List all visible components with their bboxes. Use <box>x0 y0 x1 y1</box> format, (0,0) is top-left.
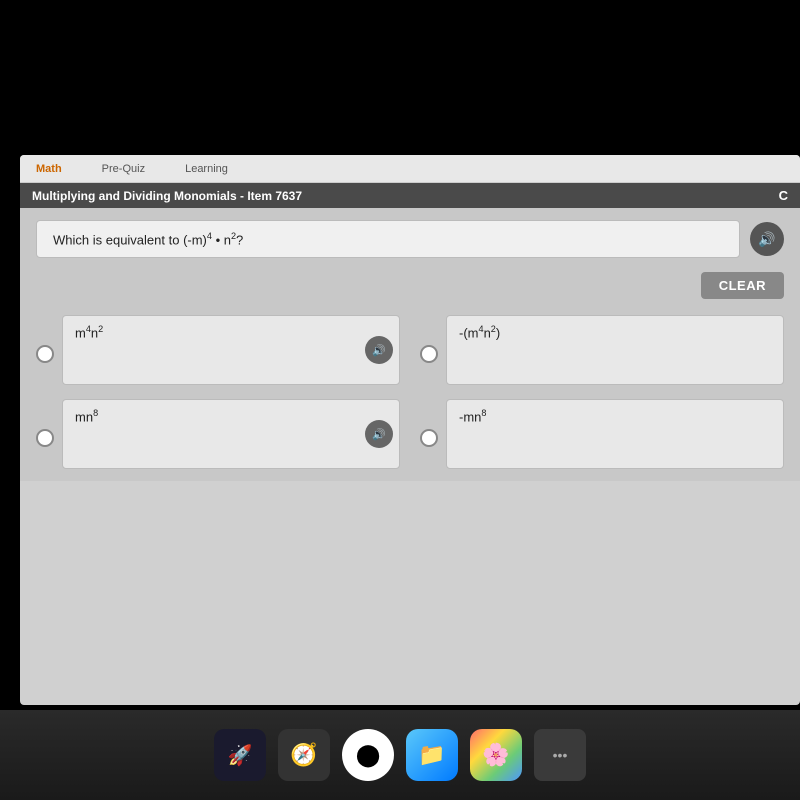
safari-icon: 🧭 <box>290 742 317 768</box>
dock-item-finder[interactable]: 📁 <box>406 729 458 781</box>
answer-item-b: -(m4n2) <box>420 315 784 385</box>
question-speaker-button[interactable]: 🔊 <box>750 222 784 256</box>
answer-label-a: m4n2 <box>75 324 103 340</box>
photos-icon: 🌸 <box>482 742 509 768</box>
answer-speaker-a[interactable]: 🔊 <box>365 336 393 364</box>
radio-c[interactable] <box>36 429 54 447</box>
answer-item-d: -mn8 <box>420 399 784 469</box>
more-icon: ••• <box>553 747 568 763</box>
speaker-icon-c: 🔊 <box>372 428 386 441</box>
answer-speaker-c[interactable]: 🔊 <box>365 420 393 448</box>
taskbar: 🚀 🧭 ⬤ 📁 🌸 ••• <box>0 710 800 800</box>
nav-math[interactable]: Math <box>36 163 62 175</box>
answer-label-d: -mn8 <box>459 408 486 424</box>
nav-bar: Math Pre-Quiz Learning <box>20 155 800 183</box>
content-area: Which is equivalent to (-m)4 • n2? 🔊 CLE… <box>20 208 800 481</box>
answer-label-c: mn8 <box>75 408 98 424</box>
answer-box-a: m4n2 🔊 <box>62 315 400 385</box>
speaker-icon-a: 🔊 <box>372 344 386 357</box>
page-title: Multiplying and Dividing Monomials - Ite… <box>32 189 302 203</box>
finder-icon: 📁 <box>418 742 445 768</box>
answer-box-c: mn8 🔊 <box>62 399 400 469</box>
question-box: Which is equivalent to (-m)4 • n2? <box>36 220 740 258</box>
answer-item-c: mn8 🔊 <box>36 399 400 469</box>
question-row: Which is equivalent to (-m)4 • n2? 🔊 <box>36 220 784 258</box>
radio-b[interactable] <box>420 345 438 363</box>
rocket-icon: 🚀 <box>228 743 253 768</box>
speaker-icon: 🔊 <box>758 231 775 248</box>
actions-row: CLEAR <box>36 272 784 299</box>
title-c-label: C <box>779 188 788 203</box>
answer-box-d: -mn8 <box>446 399 784 469</box>
answer-label-b: -(m4n2) <box>459 324 500 340</box>
answer-box-b: -(m4n2) <box>446 315 784 385</box>
nav-learning[interactable]: Learning <box>185 163 228 175</box>
dock-item-rocket[interactable]: 🚀 <box>214 729 266 781</box>
clear-button[interactable]: CLEAR <box>701 272 784 299</box>
nav-prequiz[interactable]: Pre-Quiz <box>102 163 145 175</box>
chrome-icon: ⬤ <box>356 742 381 768</box>
radio-a[interactable] <box>36 345 54 363</box>
answers-grid: m4n2 🔊 -(m4n2) mn8 🔊 <box>36 315 784 469</box>
dock-item-chrome[interactable]: ⬤ <box>342 729 394 781</box>
answer-item-a: m4n2 🔊 <box>36 315 400 385</box>
dock-item-photos[interactable]: 🌸 <box>470 729 522 781</box>
title-bar: Multiplying and Dividing Monomials - Ite… <box>20 183 800 208</box>
radio-d[interactable] <box>420 429 438 447</box>
dock-item-safari[interactable]: 🧭 <box>278 729 330 781</box>
dock-item-more[interactable]: ••• <box>534 729 586 781</box>
